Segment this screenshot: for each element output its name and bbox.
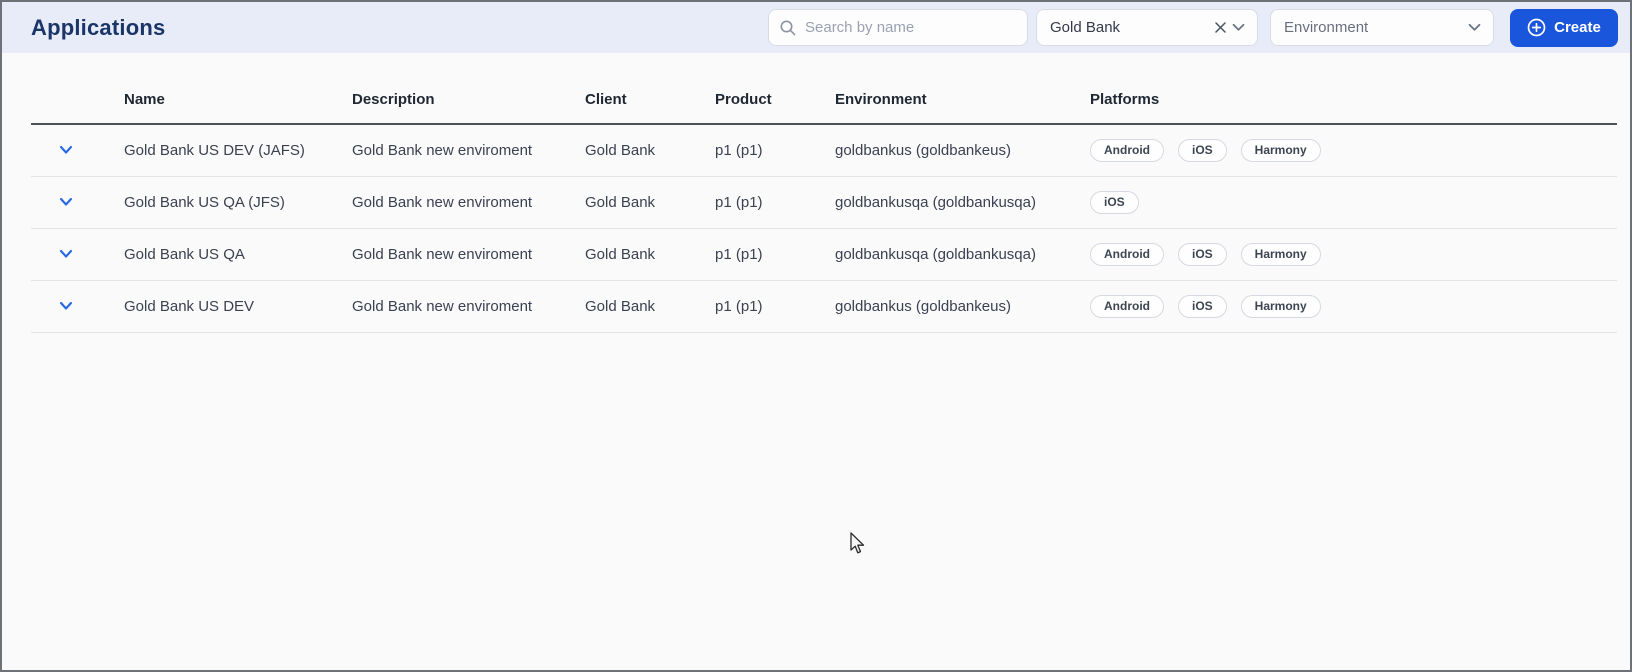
row-expander-cell [31,176,124,229]
cell-description: Gold Bank new enviroment [352,124,585,177]
row-expand-icon[interactable] [55,295,77,317]
create-button-label: Create [1554,19,1601,36]
client-filter-value: Gold Bank [1050,19,1121,36]
platform-badge: Harmony [1240,242,1321,266]
row-expander-cell [31,228,124,281]
mouse-cursor [850,532,865,554]
platform-badge: Harmony [1240,138,1321,162]
platform-badge: Android [1090,242,1164,266]
table-row: Gold Bank US DEV Gold Bank new enviroment… [31,280,1617,333]
app-header: Applications Gold Bank [2,2,1630,53]
search-box[interactable] [768,9,1028,46]
cell-platforms: Android iOS Harmony [1090,228,1617,281]
row-expander-cell [31,124,124,177]
cell-product: p1 (p1) [715,228,835,281]
row-expand-icon[interactable] [55,139,77,161]
clear-icon[interactable] [1211,18,1230,37]
cell-product: p1 (p1) [715,280,835,333]
page-title: Applications [31,14,166,40]
cell-environment: goldbankusqa (goldbankusqa) [835,176,1090,229]
platform-badge: Harmony [1240,294,1321,318]
table-row: Gold Bank US DEV (JAFS) Gold Bank new env… [31,124,1617,177]
cell-name: Gold Bank US QA [124,228,352,281]
platform-badge: iOS [1178,242,1227,266]
chevron-down-icon[interactable] [1466,21,1483,34]
cell-product: p1 (p1) [715,176,835,229]
cell-platforms: Android iOS Harmony [1090,124,1617,177]
applications-table: Name Description Client Product Environm… [31,53,1617,333]
applications-table-section: Name Description Client Product Environm… [2,53,1630,333]
cell-environment: goldbankusqa (goldbankusqa) [835,228,1090,281]
cell-name: Gold Bank US DEV (JAFS) [124,124,352,177]
environment-filter-placeholder: Environment [1284,19,1369,36]
cell-client: Gold Bank [585,176,715,229]
create-button[interactable]: Create [1510,8,1618,47]
search-input[interactable] [805,19,1017,36]
platform-badge: iOS [1178,138,1227,162]
cell-description: Gold Bank new enviroment [352,228,585,281]
cell-description: Gold Bank new enviroment [352,280,585,333]
column-header-expander [31,53,124,125]
row-expand-icon[interactable] [55,191,77,213]
column-header-name: Name [124,53,352,125]
environment-filter-select[interactable]: Environment [1270,9,1494,46]
cell-description: Gold Bank new enviroment [352,176,585,229]
chevron-down-icon[interactable] [1230,21,1247,34]
client-filter-select[interactable]: Gold Bank [1036,9,1258,46]
app-window: Applications Gold Bank [0,0,1632,672]
table-header-row: Name Description Client Product Environm… [31,53,1617,125]
table-body: Gold Bank US DEV (JAFS) Gold Bank new env… [31,124,1617,333]
platform-badge: iOS [1090,190,1139,214]
cell-client: Gold Bank [585,124,715,177]
cell-name: Gold Bank US QA (JFS) [124,176,352,229]
plus-circle-icon [1527,18,1546,37]
row-expand-icon[interactable] [55,243,77,265]
column-header-platforms: Platforms [1090,53,1617,125]
cell-client: Gold Bank [585,280,715,333]
table-row: Gold Bank US QA Gold Bank new enviroment G… [31,228,1617,281]
column-header-description: Description [352,53,585,125]
toolbar: Gold Bank Environment [768,8,1618,47]
platform-badge: Android [1090,138,1164,162]
cell-client: Gold Bank [585,228,715,281]
platform-badge: Android [1090,294,1164,318]
table-row: Gold Bank US QA (JFS) Gold Bank new envir… [31,176,1617,229]
column-header-product: Product [715,53,835,125]
column-header-client: Client [585,53,715,125]
cell-product: p1 (p1) [715,124,835,177]
search-icon [780,20,796,35]
cell-platforms: Android iOS Harmony [1090,280,1617,333]
cell-platforms: iOS [1090,176,1617,229]
platform-badge: iOS [1178,294,1227,318]
row-expander-cell [31,280,124,333]
cell-environment: goldbankus (goldbankeus) [835,280,1090,333]
cell-environment: goldbankus (goldbankeus) [835,124,1090,177]
cell-name: Gold Bank US DEV [124,280,352,333]
column-header-environment: Environment [835,53,1090,125]
